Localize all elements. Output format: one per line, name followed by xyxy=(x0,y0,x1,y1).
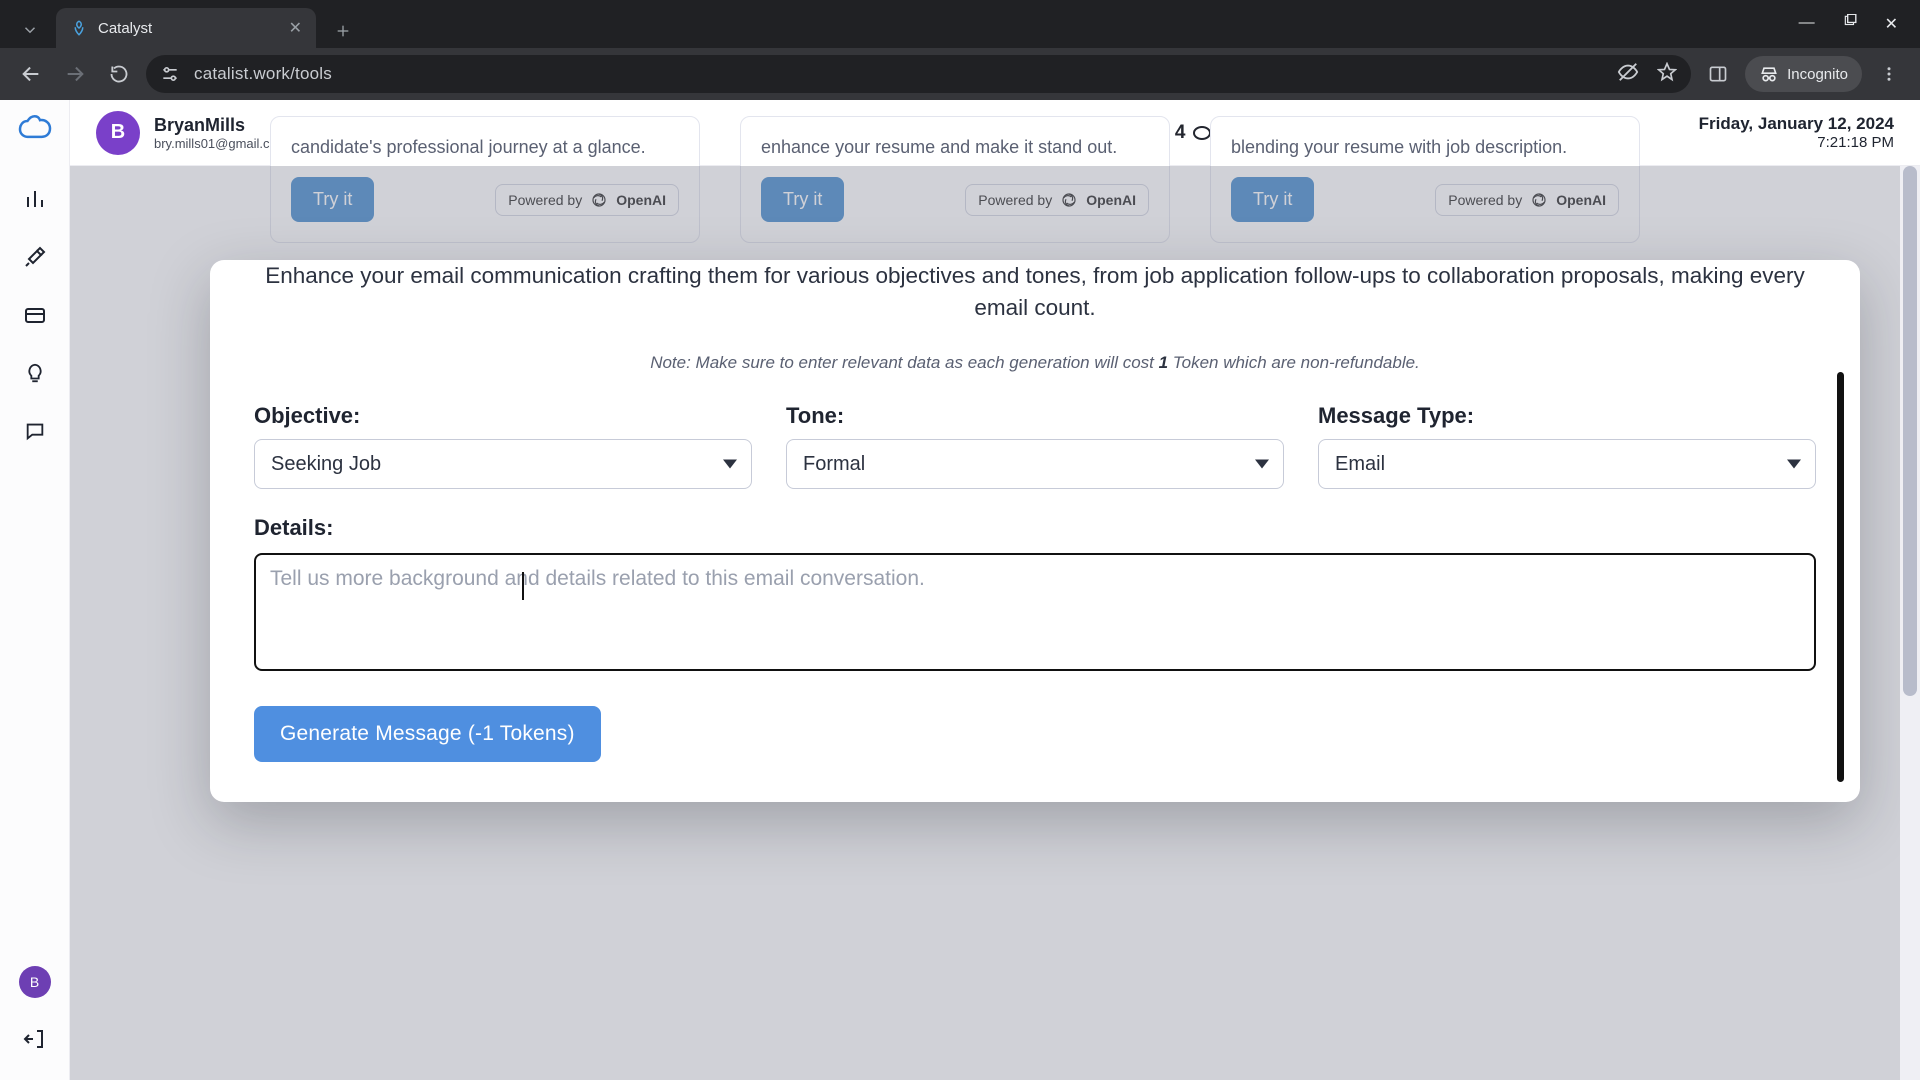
tool-card-desc: blending your resume with job descriptio… xyxy=(1231,135,1619,159)
objective-select[interactable]: Seeking Job xyxy=(254,439,752,489)
sidebar-avatar[interactable]: B xyxy=(19,966,51,998)
tab-favicon-icon xyxy=(70,19,88,37)
tone-value: Formal xyxy=(803,453,865,476)
chevron-down-icon xyxy=(1787,460,1801,469)
objective-label: Objective: xyxy=(254,403,752,429)
text-caret-icon xyxy=(522,572,524,600)
modal-note-tokens: 1 xyxy=(1159,353,1168,372)
tool-card-desc: enhance your resume and make it stand ou… xyxy=(761,135,1149,159)
generate-message-button[interactable]: Generate Message (-1 Tokens) xyxy=(254,706,601,762)
address-bar-url: catalist.work/tools xyxy=(194,64,332,84)
modal-scrollbar[interactable] xyxy=(1837,372,1844,782)
app-sidebar: B xyxy=(0,100,70,1080)
email-generator-modal: Enhance your email communication craftin… xyxy=(210,260,1860,802)
nav-reload-button[interactable] xyxy=(102,57,136,91)
browser-toolbar: catalist.work/tools Incognito xyxy=(0,48,1920,100)
window-minimize-icon[interactable]: ― xyxy=(1799,14,1815,34)
tone-select[interactable]: Formal xyxy=(786,439,1284,489)
modal-note-text: Note: Make sure to enter relevant data a… xyxy=(254,353,1816,373)
page-scrollbar[interactable] xyxy=(1900,166,1920,1080)
user-name: BryanMills xyxy=(154,115,288,136)
chevron-down-icon xyxy=(1255,460,1269,469)
chevron-down-icon xyxy=(723,460,737,469)
page-scroll-thumb[interactable] xyxy=(1903,166,1917,696)
sidebar-logout-icon[interactable] xyxy=(12,1016,58,1062)
sidebar-item-tools[interactable] xyxy=(12,234,58,280)
nav-back-button[interactable] xyxy=(14,57,48,91)
tone-label: Tone: xyxy=(786,403,1284,429)
modal-intro-text: Enhance your email communication craftin… xyxy=(254,254,1816,331)
side-panel-icon[interactable] xyxy=(1701,57,1735,91)
sidebar-item-messages[interactable] xyxy=(12,408,58,454)
browser-tab-active[interactable]: Catalyst ✕ xyxy=(56,8,316,48)
user-avatar: B xyxy=(96,111,140,155)
incognito-chip[interactable]: Incognito xyxy=(1745,56,1862,92)
sidebar-item-ideas[interactable] xyxy=(12,350,58,396)
modal-note-pre: Note: Make sure to enter relevant data a… xyxy=(650,353,1158,372)
window-controls: ― ✕ xyxy=(1799,14,1912,34)
message-type-value: Email xyxy=(1335,453,1385,476)
window-close-icon[interactable]: ✕ xyxy=(1885,14,1898,34)
tab-search-button[interactable] xyxy=(12,12,48,48)
tab-close-icon[interactable]: ✕ xyxy=(289,18,302,38)
incognito-icon xyxy=(1759,64,1779,84)
app-logo-icon[interactable] xyxy=(12,108,58,154)
sidebar-item-billing[interactable] xyxy=(12,292,58,338)
hide-extension-icon[interactable] xyxy=(1617,61,1639,88)
details-label: Details: xyxy=(254,515,1816,541)
message-type-select[interactable]: Email xyxy=(1318,439,1816,489)
window-maximize-icon[interactable] xyxy=(1843,14,1857,34)
browser-menu-icon[interactable] xyxy=(1872,57,1906,91)
message-type-label: Message Type: xyxy=(1318,403,1816,429)
site-settings-icon[interactable] xyxy=(160,65,180,83)
address-bar[interactable]: catalist.work/tools xyxy=(146,55,1691,93)
app-root: B B BryanMills bry.mills01@gmail.com Too… xyxy=(0,100,1920,1080)
tool-card-desc: candidate's professional journey at a gl… xyxy=(291,135,679,159)
user-block[interactable]: B BryanMills bry.mills01@gmail.com xyxy=(96,111,288,155)
incognito-label: Incognito xyxy=(1787,66,1848,83)
tab-title: Catalyst xyxy=(98,20,279,37)
new-tab-button[interactable] xyxy=(326,14,360,48)
bookmark-icon[interactable] xyxy=(1657,62,1677,87)
tab-strip: Catalyst ✕ xyxy=(8,0,360,48)
user-email: bry.mills01@gmail.com xyxy=(154,136,288,151)
browser-titlebar: Catalyst ✕ ― ✕ xyxy=(0,0,1920,48)
modal-note-post: Token which are non-refundable. xyxy=(1168,353,1420,372)
app-main: B BryanMills bry.mills01@gmail.com Tools… xyxy=(70,100,1920,1080)
details-textarea[interactable] xyxy=(254,553,1816,671)
objective-value: Seeking Job xyxy=(271,453,381,476)
sidebar-item-dashboard[interactable] xyxy=(12,176,58,222)
nav-forward-button[interactable] xyxy=(58,57,92,91)
